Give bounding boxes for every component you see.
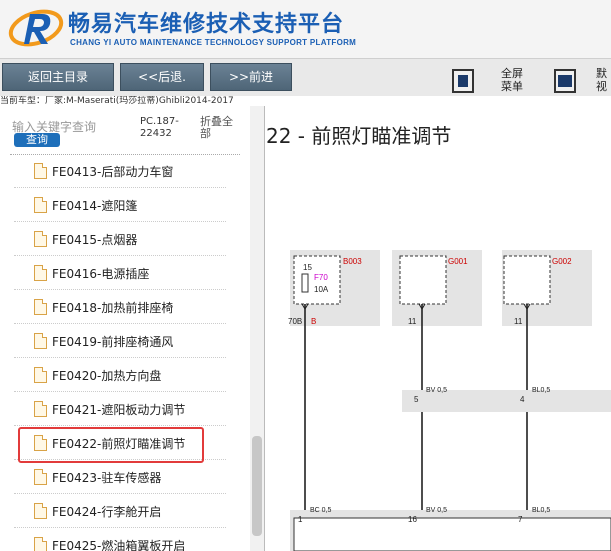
pin-label: 16	[408, 515, 417, 524]
document-icon	[34, 231, 47, 247]
tree-item-label: FE0419-前排座椅通风	[52, 335, 174, 349]
document-icon	[34, 401, 47, 417]
tree-item[interactable]: FE0425-燃油箱翼板开启	[14, 528, 226, 551]
default-view-label[interactable]: 默 视	[596, 67, 611, 93]
pin-label: 1	[298, 515, 303, 524]
tree-item[interactable]: FE0420-加热方向盘	[14, 358, 226, 392]
pin-label: 70B	[288, 317, 302, 326]
fuse-rating: 10A	[314, 285, 329, 294]
tree-item-label: FE0415-点烟器	[52, 233, 138, 247]
tree-item-label: FE0416-电源插座	[52, 267, 150, 281]
fuse-label: F70	[314, 273, 328, 282]
home-button[interactable]: 返回主目录	[2, 63, 114, 91]
document-icon	[34, 299, 47, 315]
tree-item-label: FE0424-行李舱开启	[52, 505, 162, 519]
wire-label: BL0,5	[532, 507, 550, 514]
tree-scrollbar[interactable]	[250, 106, 264, 551]
back-button[interactable]: <<后退.	[120, 63, 204, 91]
query-button[interactable]: 查询	[14, 133, 60, 147]
app-subtitle: CHANG YI AUTO MAINTENANCE TECHNOLOGY SUP…	[70, 38, 357, 47]
tree-item-label: FE0420-加热方向盘	[52, 369, 162, 383]
wire-label: BC 0,5	[310, 507, 332, 514]
wire-label: BV 0,5	[426, 387, 447, 394]
tree-item[interactable]: FE0416-电源插座	[14, 256, 226, 290]
tree-item[interactable]: FE0419-前排座椅通风	[14, 324, 226, 358]
tree-item-label: FE0413-后部动力车窗	[52, 165, 174, 179]
tree-item-label: FE0418-加热前排座椅	[52, 301, 174, 315]
selection-highlight	[18, 427, 204, 463]
tree-item[interactable]: FE0414-遮阳篷	[14, 188, 226, 222]
pin-label: 11	[408, 317, 417, 326]
scrollbar-thumb[interactable]	[252, 436, 262, 536]
wiring-diagram: B003 G001 G002 15 F70 10A 70B B 11 11 BV…	[288, 250, 611, 551]
fuse-symbol	[301, 273, 309, 293]
collapse-all-button[interactable]: 折叠全部	[200, 116, 242, 140]
fuse-number: 15	[303, 263, 312, 272]
module-code: B003	[343, 257, 362, 266]
default-view-icon[interactable]	[554, 69, 576, 93]
left-panel: 输入关键字查询 查询 PC.187- 22432 折叠全部 FE0413-后部动…	[0, 106, 265, 551]
pin-label: 11	[514, 317, 523, 326]
document-icon	[34, 265, 47, 281]
document-tree: FE0413-后部动力车窗 FE0414-遮阳篷 FE0415-点烟器 FE04…	[0, 154, 250, 551]
logo-icon	[8, 9, 64, 47]
fullscreen-menu-label[interactable]: 全屏 菜单	[490, 67, 534, 93]
pc-number: PC.187- 22432	[140, 116, 179, 139]
pin-color: B	[311, 317, 316, 326]
app-header: 畅易汽车维修技术支持平台 CHANG YI AUTO MAINTENANCE T…	[0, 0, 611, 58]
wire-label: BL0,5	[532, 387, 550, 394]
tree-item-label: FE0421-遮阳板动力调节	[52, 403, 186, 417]
current-vehicle: 当前车型：厂家:M-Maserati(玛莎拉蒂)Ghibli2014-2017	[0, 96, 234, 106]
module-code: G002	[552, 257, 572, 266]
module-code: G001	[448, 257, 468, 266]
tree-item[interactable]: FE0418-加热前排座椅	[14, 290, 226, 324]
app-title: 畅易汽车维修技术支持平台	[68, 12, 345, 37]
document-icon	[34, 503, 47, 519]
pin-label: 4	[520, 395, 525, 404]
wire-label: BV 0,5	[426, 507, 447, 514]
tree-item[interactable]: FE0415-点烟器	[14, 222, 226, 256]
tree-item-label: FE0423-驻车传感器	[52, 471, 162, 485]
pin-label: 7	[518, 515, 523, 524]
tree-item[interactable]: FE0421-遮阳板动力调节	[14, 392, 226, 426]
document-icon	[34, 469, 47, 485]
tree-item[interactable]: FE0413-后部动力车窗	[14, 154, 226, 188]
toolbar: 返回主目录 <<后退. >>前进 全屏 菜单 默 视	[0, 58, 611, 96]
connector-outline	[293, 517, 611, 551]
document-icon	[34, 367, 47, 383]
document-icon	[34, 197, 47, 213]
tree-item-label: FE0414-遮阳篷	[52, 199, 138, 213]
document-icon	[34, 333, 47, 349]
document-icon	[34, 163, 47, 179]
tree-item-label: FE0425-燃油箱翼板开启	[52, 539, 186, 551]
module-outline	[399, 255, 447, 305]
document-icon	[34, 537, 47, 551]
module-outline	[503, 255, 551, 305]
tree-item[interactable]: FE0424-行李舱开启	[14, 494, 226, 528]
tree-item[interactable]: FE0423-驻车传感器	[14, 460, 226, 494]
forward-button[interactable]: >>前进	[210, 63, 292, 91]
content-panel: 22 - 前照灯瞄准调节 B003 G001 G002 15 F70 10A 7…	[266, 106, 611, 551]
pin-label: 5	[414, 395, 419, 404]
fullscreen-menu-icon[interactable]	[452, 69, 474, 93]
